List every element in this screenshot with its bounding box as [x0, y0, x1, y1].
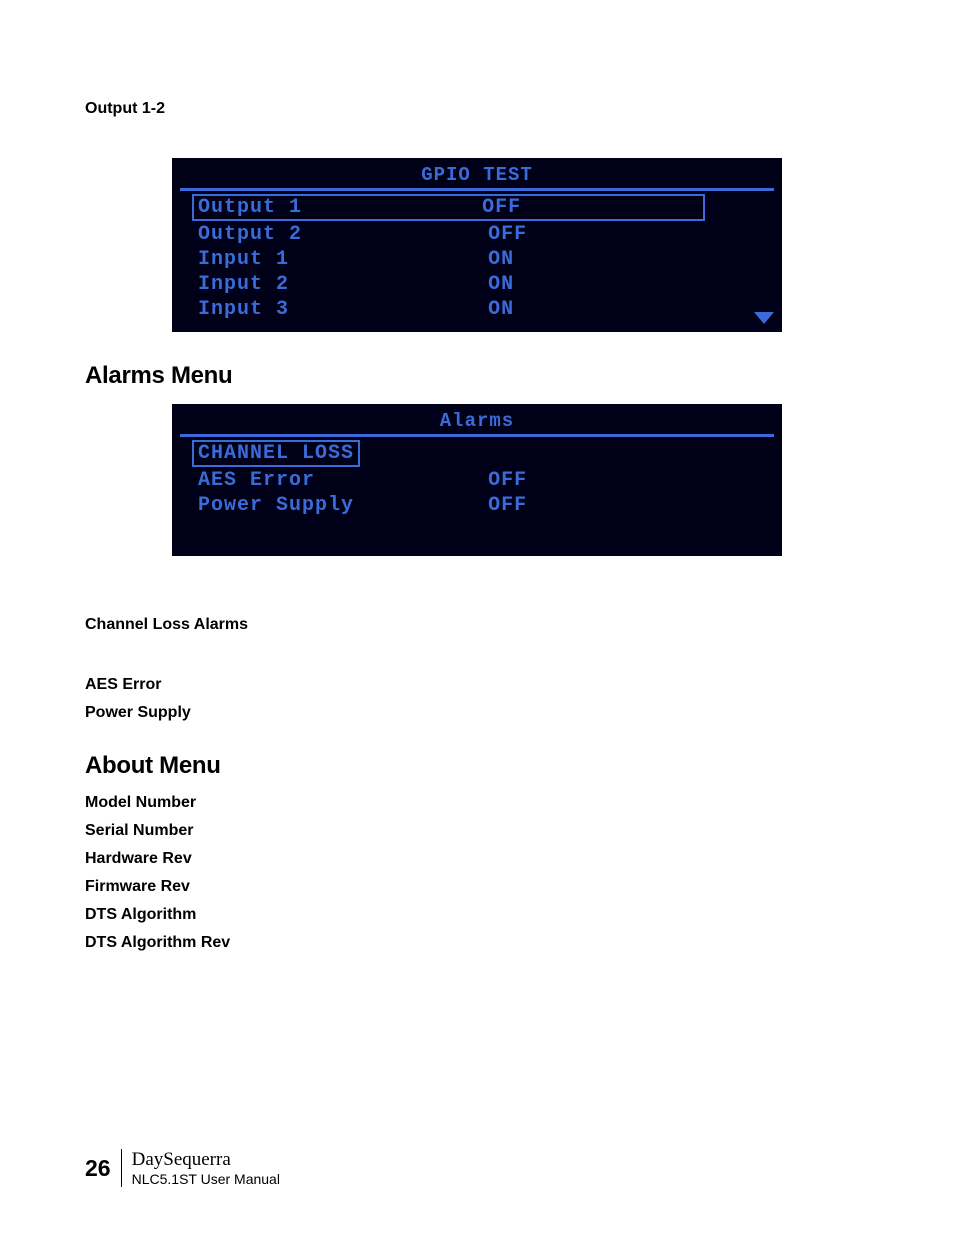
heading-about: About Menu: [85, 752, 869, 780]
lcd-row-value: ON: [488, 273, 711, 296]
lcd-screen-alarms: Alarms CHANNEL LOSS AES Error OFF Power …: [172, 404, 782, 556]
lcd-row[interactable]: Power Supply OFF: [180, 493, 774, 518]
about-dts: DTS Algorithm: [85, 906, 869, 924]
brand-name: DaySequerra: [132, 1149, 280, 1171]
lcd-row[interactable]: Input 1 ON: [180, 247, 774, 272]
lcd-row-value: OFF: [482, 194, 705, 221]
lcd-row-value: OFF: [488, 223, 711, 246]
lcd-title-alarms: Alarms: [180, 406, 774, 434]
sub-channel-loss: Channel Loss Alarms: [85, 616, 869, 634]
about-fw-rev: Firmware Rev: [85, 878, 869, 896]
about-hw-rev: Hardware Rev: [85, 850, 869, 868]
lcd-row-label: AES Error: [198, 469, 488, 492]
lcd-row[interactable]: Output 1 OFF: [180, 193, 774, 222]
sub-power-supply: Power Supply: [85, 704, 869, 722]
page-footer: 26 DaySequerra NLC5.1ST User Manual: [85, 1149, 280, 1187]
lcd-row[interactable]: CHANNEL LOSS: [180, 439, 774, 468]
lcd-row-label: Power Supply: [198, 494, 488, 517]
page-number: 26: [85, 1155, 111, 1182]
lcd-row[interactable]: Input 3 ON: [180, 297, 774, 322]
lcd-screen-gpio: GPIO TEST Output 1 OFF Output 2 OFF Inpu…: [172, 158, 782, 332]
lcd-row-label: Output 2: [198, 223, 488, 246]
about-dts-rev: DTS Algorithm Rev: [85, 934, 869, 952]
sub-aes-error: AES Error: [85, 676, 869, 694]
lcd-row-label: Input 1: [198, 248, 488, 271]
lcd-row-label: Output 1: [192, 194, 482, 221]
lcd-row-label: CHANNEL LOSS: [192, 440, 360, 467]
lcd-row-value: OFF: [488, 494, 711, 517]
lcd-row-label: Input 2: [198, 273, 488, 296]
lcd-divider: [180, 188, 774, 191]
lcd-row[interactable]: AES Error OFF: [180, 468, 774, 493]
about-list: Model Number Serial Number Hardware Rev …: [85, 794, 869, 952]
lcd-row[interactable]: Output 2 OFF: [180, 222, 774, 247]
lcd-row-label: Input 3: [198, 298, 488, 321]
heading-alarms: Alarms Menu: [85, 362, 869, 390]
lcd-row-value: OFF: [488, 469, 711, 492]
lcd-row[interactable]: Input 2 ON: [180, 272, 774, 297]
lcd-title-gpio: GPIO TEST: [180, 160, 774, 188]
about-serial: Serial Number: [85, 822, 869, 840]
lcd-row-value: ON: [488, 248, 711, 271]
lcd-row-value: ON: [488, 298, 711, 321]
alarm-sublabels: Channel Loss Alarms AES Error Power Supp…: [85, 616, 869, 722]
scroll-down-icon[interactable]: [754, 312, 774, 324]
footer-divider: [121, 1149, 122, 1187]
lcd-divider: [180, 434, 774, 437]
about-model: Model Number: [85, 794, 869, 812]
section-label-output: Output 1-2: [85, 100, 869, 118]
manual-name: NLC5.1ST User Manual: [132, 1171, 280, 1187]
